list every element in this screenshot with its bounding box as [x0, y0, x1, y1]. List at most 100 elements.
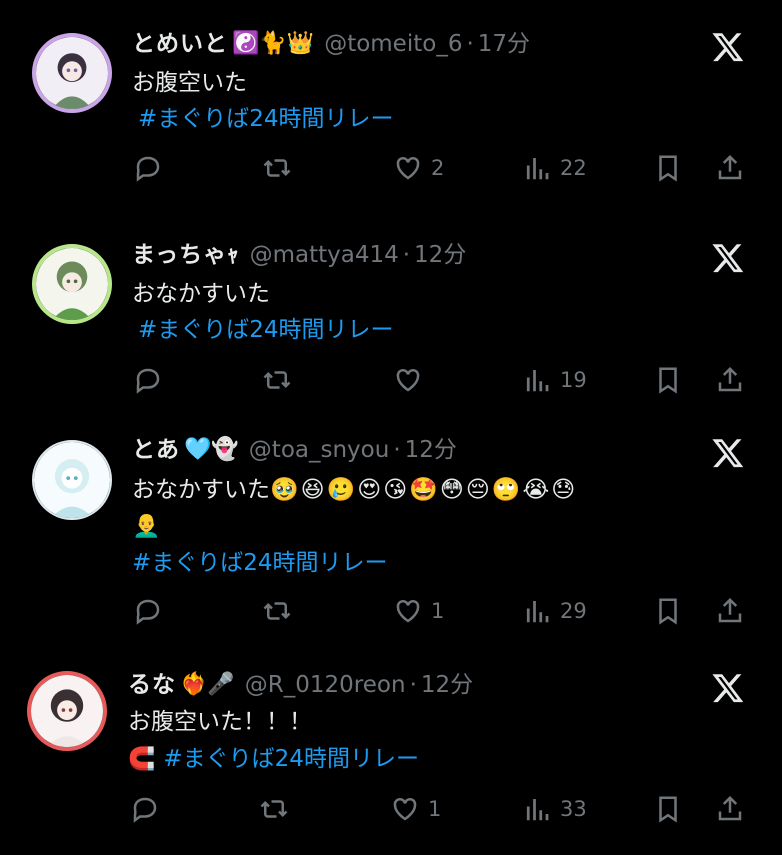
display-name[interactable]: るな	[128, 668, 176, 702]
timestamp[interactable]: 12分	[405, 433, 457, 467]
display-name[interactable]: とあ	[132, 433, 180, 467]
post-text: お腹空いた！！！	[128, 709, 312, 735]
post[interactable]: とあ 🩵👻 @toa_snyou · 12分 おなかすいた🥹😆🥲😍😘🤩😳😔🙄😭😓…	[0, 418, 782, 653]
views-button[interactable]: 29	[522, 591, 587, 631]
hashtag-text[interactable]: #まぐりば24時間リレー	[138, 317, 394, 343]
hashtag-text[interactable]: #まぐりば24時間リレー	[163, 746, 419, 772]
hashtag-text[interactable]: #まぐりば24時間リレー	[138, 106, 394, 132]
hashtag-link[interactable]: 🧲 #まぐりば24時間リレー	[128, 742, 419, 777]
timestamp[interactable]: 12分	[414, 238, 466, 272]
views-button[interactable]: 33	[522, 789, 587, 829]
share-icon	[718, 154, 742, 180]
handle[interactable]: @R_0120reon	[245, 668, 406, 702]
repost-icon	[263, 602, 291, 620]
views-icon	[526, 370, 549, 392]
avatar[interactable]	[32, 244, 112, 324]
display-name[interactable]: とめいと	[132, 27, 228, 61]
share-icon	[718, 366, 742, 392]
bookmark-button[interactable]	[653, 360, 683, 400]
bookmark-button[interactable]	[653, 789, 683, 829]
views-count: 33	[560, 797, 587, 821]
repost-icon	[263, 371, 291, 389]
handle[interactable]: @mattya414	[250, 238, 399, 272]
post[interactable]: とめいと ☯️🐈👑 @tomeito_6 · 17分 お腹空いた #まぐりば24…	[0, 0, 782, 200]
repost-button[interactable]	[259, 789, 297, 829]
repost-icon	[263, 159, 291, 177]
avatar[interactable]	[27, 671, 107, 751]
repost-button[interactable]	[262, 360, 300, 400]
like-icon	[396, 368, 420, 392]
views-count: 22	[560, 156, 587, 180]
post-header: とあ 🩵👻 @toa_snyou · 12分	[132, 433, 457, 467]
reply-icon	[133, 797, 157, 823]
like-icon	[396, 599, 420, 623]
avatar[interactable]	[32, 33, 112, 113]
reply-button[interactable]	[133, 360, 171, 400]
timestamp[interactable]: 17分	[478, 27, 530, 61]
like-button[interactable]: 1	[390, 789, 441, 829]
like-count: 1	[431, 599, 445, 623]
views-icon	[526, 799, 549, 821]
post-text: お腹空いた	[132, 70, 247, 96]
handle[interactable]: @toa_snyou	[249, 433, 390, 467]
name-emojis: ☯️🐈👑	[232, 31, 315, 56]
bookmark-icon	[659, 796, 677, 823]
avatar[interactable]	[32, 440, 112, 520]
views-count: 19	[560, 368, 587, 392]
views-button[interactable]: 19	[522, 360, 587, 400]
reply-button[interactable]	[133, 591, 171, 631]
reply-button[interactable]	[133, 148, 171, 188]
timestamp[interactable]: 12分	[421, 668, 473, 702]
repost-button[interactable]	[262, 148, 300, 188]
hashtag-link[interactable]: #まぐりば24時間リレー	[138, 102, 394, 136]
like-icon	[393, 797, 417, 821]
x-logo-icon[interactable]	[711, 671, 745, 705]
views-count: 29	[560, 599, 587, 623]
handle[interactable]: @tomeito_6	[324, 27, 462, 61]
reply-button[interactable]	[130, 789, 168, 829]
bookmark-icon	[659, 155, 677, 182]
bookmark-icon	[659, 367, 677, 394]
like-count: 2	[431, 156, 445, 180]
post-text: おなかすいた	[132, 281, 270, 307]
repost-icon	[260, 800, 288, 818]
share-button[interactable]	[715, 789, 745, 829]
hashtag-link[interactable]: #まぐりば24時間リレー	[132, 546, 388, 580]
separator: ·	[466, 31, 474, 57]
share-button[interactable]	[715, 148, 745, 188]
action-bar: 2 22	[0, 148, 782, 188]
views-icon	[526, 158, 549, 180]
hashtag-text[interactable]: #まぐりば24時間リレー	[132, 550, 388, 576]
post[interactable]: るな ❤️‍🔥🎤 @R_0120reon · 12分 お腹空いた！！！ 🧲 #まぐ…	[0, 653, 782, 855]
post[interactable]: まっちゃｬ @mattya414 · 12分 おなかすいた #まぐりば24時間リ…	[0, 215, 782, 415]
like-button[interactable]	[393, 360, 431, 400]
action-bar: 1 29	[0, 591, 782, 631]
views-icon	[526, 601, 549, 623]
magnet-icon: 🧲	[128, 747, 156, 772]
action-bar: 19	[0, 360, 782, 400]
post-emojis: 🥹😆🥲😍😘🤩😳😔🙄😭😓	[270, 477, 578, 503]
views-button[interactable]: 22	[522, 148, 587, 188]
bookmark-button[interactable]	[653, 148, 683, 188]
separator: ·	[402, 242, 411, 268]
like-button[interactable]: 2	[393, 148, 444, 188]
share-button[interactable]	[715, 591, 745, 631]
post-text-line2: 👨‍🦲	[132, 509, 163, 543]
separator: ·	[409, 672, 417, 698]
x-logo-icon[interactable]	[711, 436, 745, 470]
x-logo-icon[interactable]	[711, 241, 745, 275]
name-emojis: 🩵👻	[184, 437, 239, 462]
display-name[interactable]: まっちゃｬ	[132, 238, 240, 272]
separator: ·	[393, 437, 401, 463]
bookmark-button[interactable]	[653, 591, 683, 631]
repost-button[interactable]	[262, 591, 300, 631]
like-button[interactable]: 1	[393, 591, 444, 631]
reply-icon	[136, 156, 160, 182]
share-button[interactable]	[715, 360, 745, 400]
post-emojis-line2: 👨‍🦲	[132, 513, 163, 539]
reply-icon	[136, 368, 160, 394]
post-text: おなかすいた🥹😆🥲😍😘🤩😳😔🙄😭😓	[132, 473, 577, 507]
action-bar: 1 33	[0, 789, 782, 829]
hashtag-link[interactable]: #まぐりば24時間リレー	[138, 313, 394, 347]
x-logo-icon[interactable]	[711, 30, 745, 64]
